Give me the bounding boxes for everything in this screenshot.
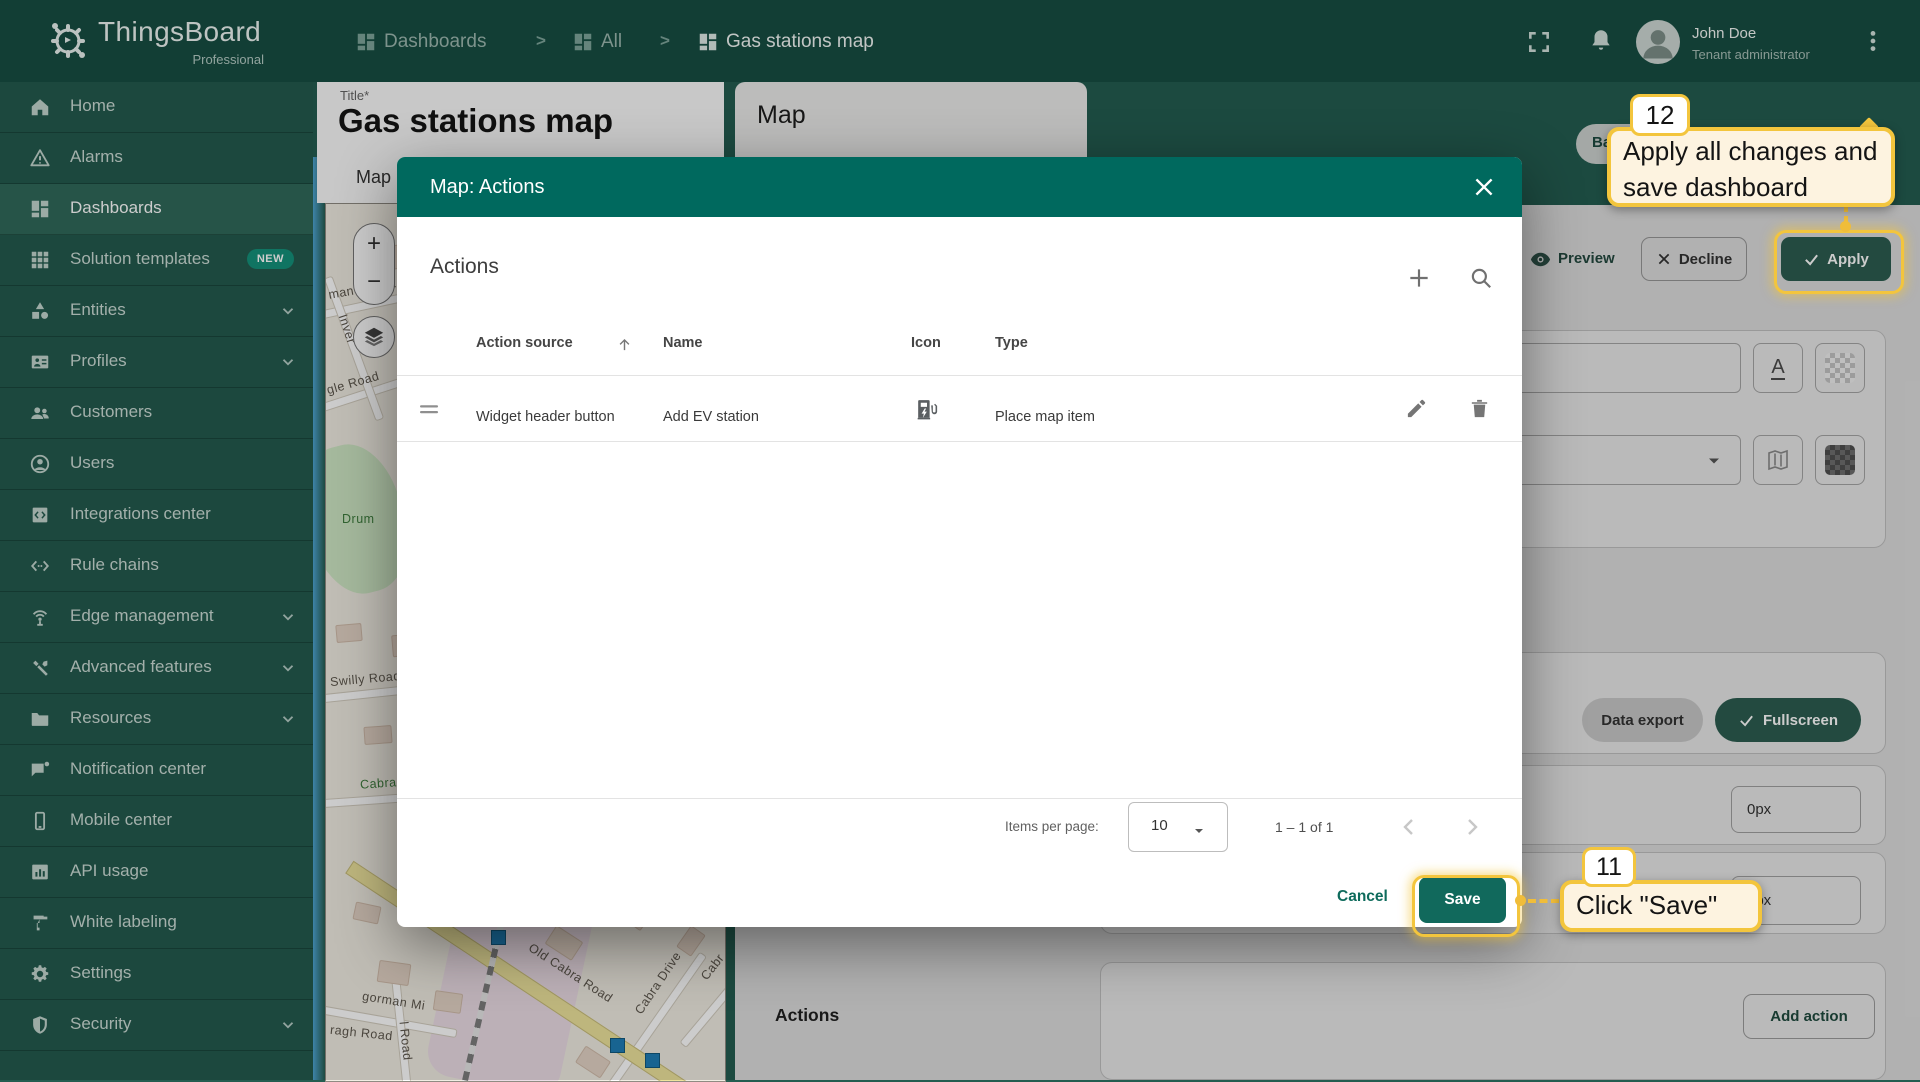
dialog-title: Map: Actions bbox=[430, 157, 545, 217]
cancel-button[interactable]: Cancel bbox=[1337, 888, 1388, 906]
divider bbox=[397, 441, 1522, 442]
edit-icon[interactable] bbox=[1405, 397, 1428, 420]
col-name[interactable]: Name bbox=[663, 335, 703, 351]
col-action-source[interactable]: Action source bbox=[476, 335, 573, 351]
actions-table-title: Actions bbox=[430, 255, 499, 279]
annotation-12-dot bbox=[1840, 221, 1851, 232]
next-page-icon[interactable] bbox=[1460, 815, 1484, 839]
cell-type: Place map item bbox=[995, 409, 1095, 425]
close-icon[interactable] bbox=[1471, 174, 1497, 200]
drag-handle-icon[interactable] bbox=[420, 404, 439, 416]
col-icon: Icon bbox=[911, 335, 941, 351]
pagination-range: 1 – 1 of 1 bbox=[1275, 819, 1333, 835]
divider bbox=[397, 375, 1522, 376]
items-per-page-label: Items per page: bbox=[1005, 819, 1099, 834]
map-actions-dialog: Map: Actions Actions Action source Name … bbox=[397, 157, 1522, 927]
annotation-12-text: Apply all changes and save dashboard bbox=[1607, 127, 1895, 207]
ev-station-icon bbox=[914, 397, 939, 422]
cell-name: Add EV station bbox=[663, 409, 759, 425]
annotation-11-text: Click "Save" bbox=[1560, 880, 1762, 932]
cell-action-source: Widget header button bbox=[476, 409, 615, 425]
annotation-11-number: 11 bbox=[1582, 847, 1636, 887]
dialog-header: Map: Actions bbox=[397, 157, 1522, 217]
prev-page-icon[interactable] bbox=[1397, 815, 1421, 839]
page-size-select[interactable]: 10 bbox=[1128, 802, 1228, 852]
delete-icon[interactable] bbox=[1468, 397, 1491, 420]
add-icon[interactable] bbox=[1406, 265, 1432, 291]
col-type[interactable]: Type bbox=[995, 335, 1028, 351]
annotation-12-number: 12 bbox=[1630, 94, 1690, 136]
page-size-value: 10 bbox=[1151, 817, 1168, 834]
chevron-down-icon bbox=[1191, 823, 1207, 839]
annotation-11-connector bbox=[1528, 899, 1559, 903]
sort-asc-icon[interactable] bbox=[616, 336, 633, 353]
annotation-11-dot bbox=[1515, 895, 1526, 906]
save-highlight-ring bbox=[1412, 875, 1520, 937]
apply-highlight-ring bbox=[1774, 230, 1904, 294]
search-icon[interactable] bbox=[1468, 265, 1494, 291]
divider bbox=[397, 798, 1522, 799]
